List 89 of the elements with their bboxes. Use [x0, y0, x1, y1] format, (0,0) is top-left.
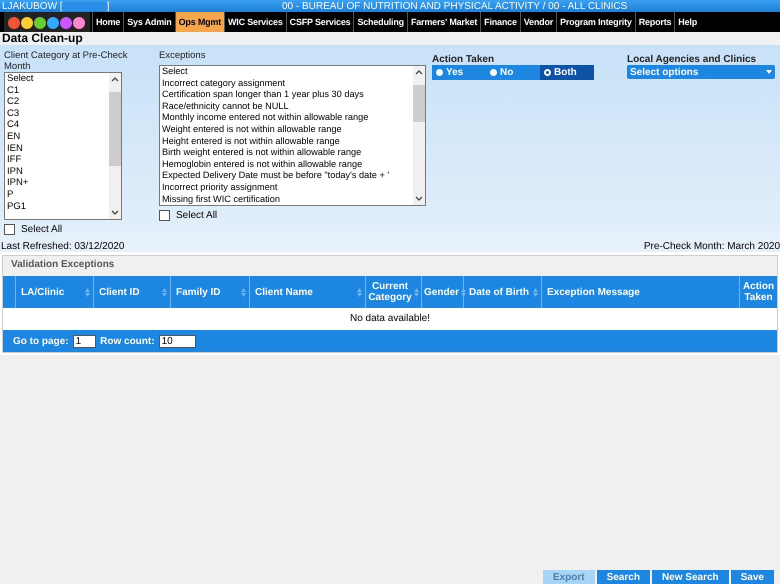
- nav-tab[interactable]: Program Integrity: [556, 12, 635, 32]
- sort-icon: [533, 288, 538, 296]
- list-option[interactable]: EN: [5, 130, 109, 143]
- list-option[interactable]: Missing first WIC certification: [160, 194, 413, 205]
- pre-check-month-text: Pre-Check Month: March 2020: [644, 241, 780, 252]
- redacted-block: [62, 2, 107, 10]
- list-option[interactable]: Hemoglobin entered is not within allowable range: [160, 158, 413, 170]
- list-option[interactable]: Weight entered is not within allowable range: [160, 124, 413, 136]
- column-title: Gender: [424, 286, 460, 298]
- column-title: Client ID: [99, 286, 140, 298]
- nav-tab[interactable]: Finance: [480, 12, 520, 32]
- action-button[interactable]: New Search: [652, 570, 729, 584]
- user-name: LJAKUBOW [: [2, 0, 63, 12]
- field-label: Local Agencies and Clinics: [627, 54, 758, 65]
- pager-label: Go to page:: [13, 336, 69, 346]
- scroll-up-icon[interactable]: [111, 77, 119, 82]
- list-option[interactable]: Certification span longer than 1 year plus 30 days: [160, 89, 413, 101]
- row-count-select[interactable]: 10: [158, 334, 196, 348]
- sort-icon: [241, 288, 246, 296]
- list-option[interactable]: C2: [5, 96, 109, 108]
- sort-icon: [461, 288, 466, 296]
- list-option[interactable]: Birth weight entered is not within allowable range: [160, 147, 413, 159]
- list-box[interactable]: [159, 65, 426, 206]
- list-option[interactable]: Height entered is not within allowable range: [160, 136, 413, 148]
- list-option[interactable]: IEN: [5, 142, 109, 154]
- nav-tab[interactable]: Vendor: [520, 12, 556, 32]
- list-option[interactable]: Select: [5, 73, 109, 85]
- list-option[interactable]: IFF: [5, 154, 109, 166]
- list-box[interactable]: Select C1 C2 C3 C4 EN IEN IFF IPN IPN+ P PG1: [4, 72, 122, 220]
- list-option[interactable]: C3: [5, 108, 109, 120]
- sort-icon: [85, 288, 90, 296]
- radio-button[interactable]: Both: [540, 65, 594, 80]
- list-option[interactable]: Race/ethnicity cannot be NULL: [160, 100, 413, 112]
- column-title: Client Name: [255, 286, 313, 298]
- action-button[interactable]: Save: [730, 570, 774, 584]
- empty-message: No data available!: [3, 308, 777, 330]
- nav-tab[interactable]: Reports: [634, 12, 674, 32]
- page-select[interactable]: 1: [72, 334, 96, 348]
- column-title: LA/Clinic: [21, 286, 64, 298]
- dropdown-placeholder: Select options: [630, 66, 698, 78]
- column-title: Current Category: [368, 281, 412, 303]
- field-label: Client Category at Pre-Check Month: [4, 50, 129, 72]
- nav-tab[interactable]: Help: [674, 12, 700, 32]
- nav-tab[interactable]: Ops Mgmt: [174, 12, 224, 32]
- nav-tab[interactable]: Farmers' Market: [406, 12, 480, 32]
- scroll-thumb[interactable]: [109, 92, 121, 166]
- page-title: Data Clean-up: [0, 32, 780, 45]
- sort-icon: [414, 288, 419, 296]
- bracket-text: ]: [106, 0, 110, 12]
- column-header[interactable]: Action Taken: [740, 276, 777, 308]
- sort-icon: [357, 288, 362, 296]
- list-option[interactable]: C4: [5, 119, 109, 131]
- scroll-down-icon[interactable]: [111, 210, 119, 215]
- list-option[interactable]: P: [5, 188, 109, 201]
- field-label: Exceptions: [159, 50, 206, 61]
- last-refreshed-text: Last Refreshed: 03/12/2020: [1, 241, 124, 252]
- scrollbar[interactable]: [109, 73, 121, 219]
- action-button[interactable]: Search: [596, 570, 650, 584]
- list-option[interactable]: Monthly income entered not within allowable range: [160, 112, 413, 124]
- multiselect-dropdown[interactable]: Select options: [627, 65, 775, 79]
- nav-tab[interactable]: Home: [92, 12, 124, 32]
- nav-tab[interactable]: CSFP Services: [286, 12, 354, 32]
- scroll-down-icon[interactable]: [415, 196, 423, 201]
- grid-title: Validation Exceptions: [10, 258, 116, 272]
- scroll-up-icon[interactable]: [415, 70, 423, 75]
- nav-tab[interactable]: Scheduling: [353, 12, 407, 32]
- field-label: Action Taken: [432, 54, 496, 65]
- list-option[interactable]: PG1: [5, 200, 109, 212]
- checkbox[interactable]: [159, 210, 170, 221]
- list-option[interactable]: Expected Delivery Date must be before "today's date + ': [160, 170, 413, 182]
- checkbox-label: Select All: [21, 224, 62, 235]
- agency-title: 00 - BUREAU OF NUTRITION AND PHYSICAL ACTIVITY / 00 - ALL CLINICS: [282, 0, 628, 12]
- column-title: Date of Birth: [469, 286, 529, 298]
- list-option[interactable]: Select: [160, 66, 413, 78]
- list-option[interactable]: Incorrect category assignment: [160, 78, 413, 90]
- pager-label: Row count:: [100, 336, 155, 346]
- column-title: Exception Message: [547, 286, 640, 298]
- column-title: Family ID: [176, 286, 220, 298]
- list-option[interactable]: IPN: [5, 166, 109, 178]
- scrollbar[interactable]: [413, 66, 425, 205]
- scroll-thumb[interactable]: [413, 85, 425, 122]
- checkbox-label: Select All: [176, 210, 218, 221]
- sort-icon: [162, 288, 167, 296]
- caret-icon: [766, 70, 772, 74]
- list-option[interactable]: C1: [5, 84, 109, 96]
- list-option[interactable]: Incorrect priority assignment: [160, 182, 413, 194]
- list-option[interactable]: IPN+: [5, 177, 109, 189]
- column-title: Action Taken: [742, 281, 775, 303]
- checkbox[interactable]: [4, 224, 15, 235]
